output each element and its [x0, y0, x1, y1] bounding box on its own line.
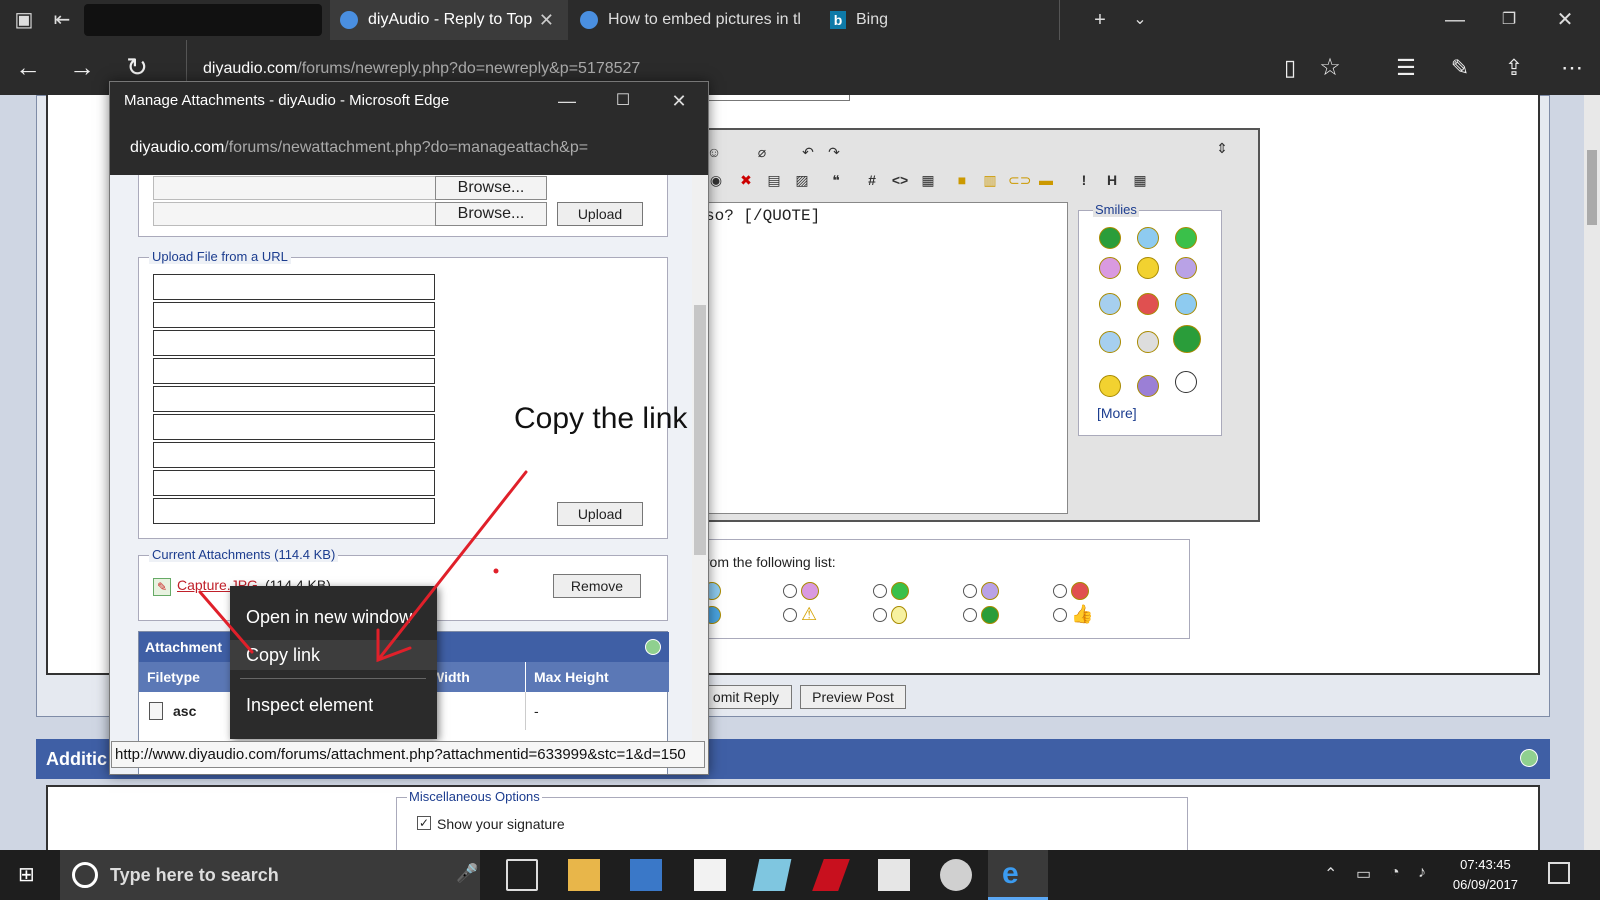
clock-time: 07:43:45 [1460, 857, 1511, 872]
library-app-icon[interactable] [630, 859, 662, 891]
volume-icon[interactable]: ♪ [1418, 864, 1426, 882]
clock[interactable]: 07:43:45 06/09/2017 [1453, 855, 1518, 895]
annotation-arrows [198, 470, 528, 663]
action-center-icon[interactable] [1548, 862, 1570, 884]
edge-taskbar-button[interactable]: e [988, 850, 1048, 900]
clock-date: 06/09/2017 [1452, 877, 1518, 892]
cortana-icon [72, 862, 98, 888]
annotation-arrow-line [376, 470, 528, 662]
paint-app-icon[interactable] [940, 859, 972, 891]
search-placeholder: Type here to search [110, 865, 279, 885]
annotation-dot [493, 568, 499, 574]
microphone-icon[interactable]: 🎤 [456, 863, 478, 884]
task-view-icon[interactable] [506, 859, 538, 891]
file-explorer-icon[interactable] [568, 859, 600, 891]
show-hidden-icons[interactable]: ⌃ [1324, 864, 1337, 884]
edge-icon: e [1002, 857, 1019, 890]
battery-icon[interactable]: ▭ [1356, 864, 1371, 884]
notes-app-icon[interactable] [752, 859, 792, 891]
annotation-pointer-line [198, 590, 254, 654]
calculator-icon[interactable] [878, 859, 910, 891]
pdf-app-icon[interactable] [812, 859, 850, 891]
taskbar: ⊞ Type here to search 🎤 e ⌃ ▭ ◔ ♪ 07:43:… [0, 850, 1600, 900]
wifi-icon[interactable]: ◔ [1390, 864, 1400, 882]
taskbar-search[interactable]: Type here to search 🎤 [60, 850, 480, 900]
windows-start-icon[interactable]: ⊞ [18, 864, 40, 886]
document-app-icon[interactable] [694, 859, 726, 891]
